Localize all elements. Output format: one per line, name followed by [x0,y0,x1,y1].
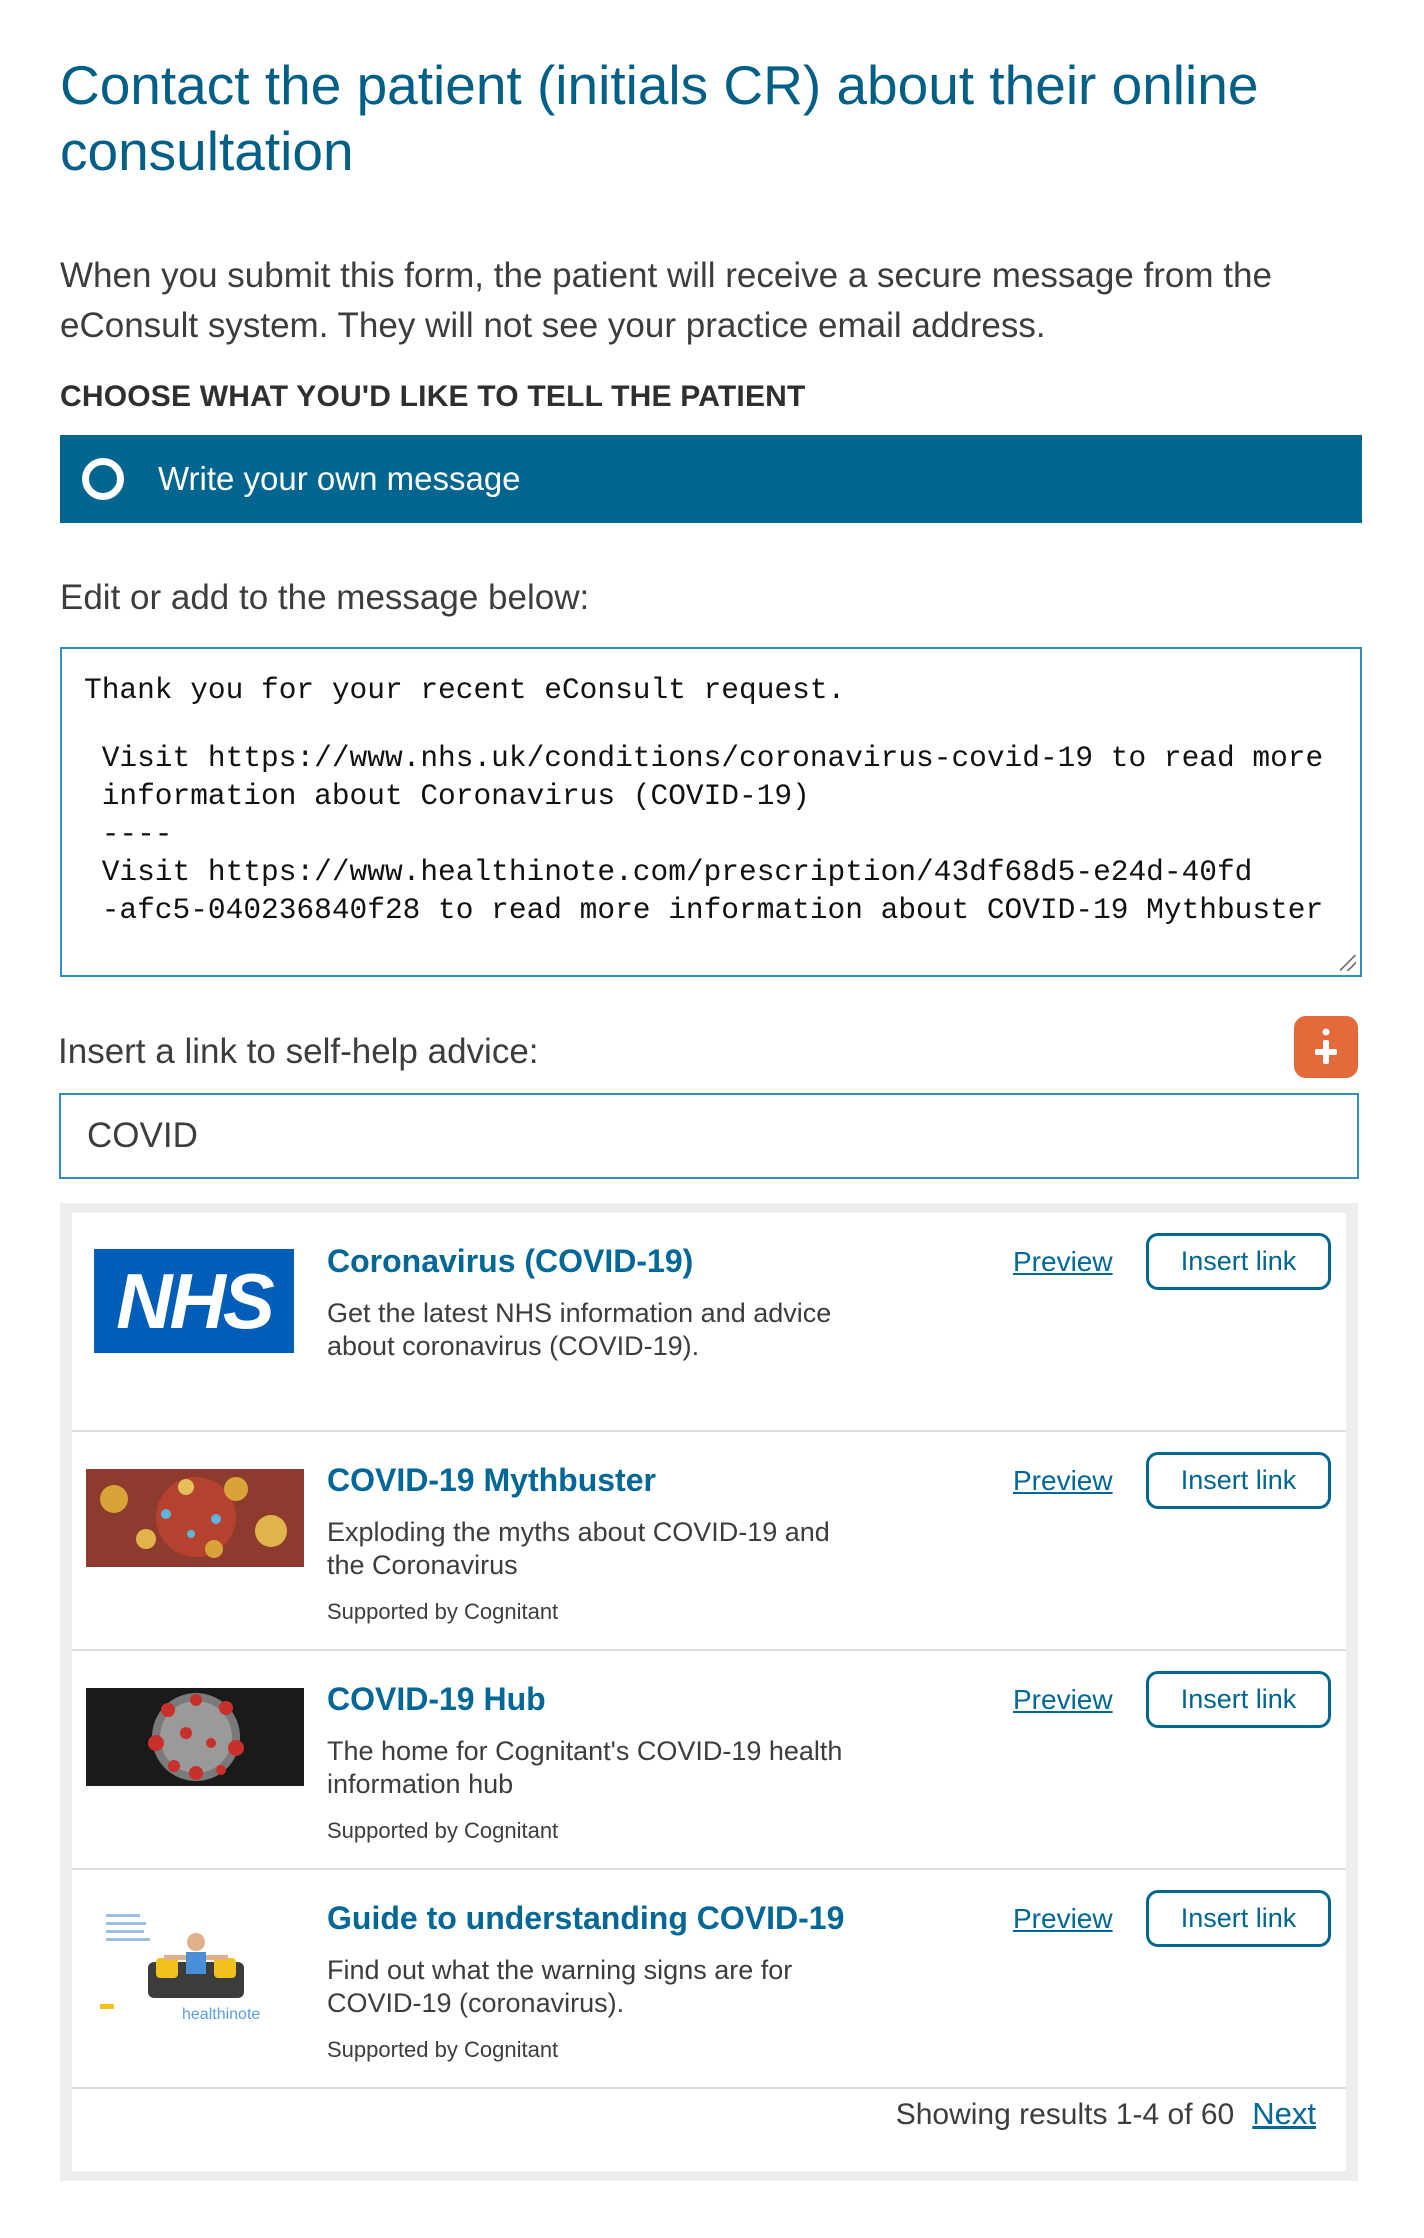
healthinote-guide-image: healthinote [86,1900,304,2024]
result-title[interactable]: COVID-19 Mythbuster [327,1462,656,1499]
results-panel: NHS Coronavirus (COVID-19) Get the lates… [60,1203,1358,2181]
result-description: Exploding the myths about COVID-19 and t… [327,1517,830,1580]
result-description: The home for Cognitant's COVID-19 health… [327,1736,843,1799]
pagination: Showing results 1-4 of 60 Next [896,2096,1316,2132]
result-description: Find out what the warning signs are for … [327,1955,793,2018]
results-count: Showing results 1-4 of 60 [895,2098,1235,2131]
radio-icon[interactable] [82,458,124,500]
message-label: Edit or add to the message below: [60,578,590,617]
choose-label: CHOOSE WHAT YOU'D LIKE TO TELL THE PATIE… [60,380,806,413]
result-description: Get the latest NHS information and advic… [327,1298,832,1361]
insert-link-button[interactable]: Insert link [1146,1452,1331,1509]
result-item: healthinote Guide to understanding COVID… [72,1870,1346,2089]
message-line: ---- [84,817,173,851]
insert-link-button[interactable]: Insert link [1146,1890,1331,1947]
message-line: -afc5-040236840f28 to read more informat… [84,893,1324,927]
write-own-message-option[interactable]: Write your own message [60,435,1362,523]
insert-link-button[interactable]: Insert link [1146,1671,1331,1728]
message-line: Visit https://www.healthinote.com/prescr… [84,855,1253,889]
preview-link[interactable]: Preview [1013,1684,1113,1716]
page-title: Contact the patient (initials CR) about … [60,54,1259,182]
message-textarea[interactable]: Thank you for your recent eConsult reque… [60,647,1362,977]
self-help-label: Insert a link to self-help advice: [58,1032,539,1071]
message-line: Thank you for your recent eConsult reque… [84,673,846,707]
next-page-link[interactable]: Next [1252,2096,1316,2132]
result-item: COVID-19 Hub The home for Cognitant's CO… [72,1651,1346,1870]
result-title[interactable]: Guide to understanding COVID-19 [327,1900,844,1937]
insert-link-button[interactable]: Insert link [1146,1233,1331,1290]
option-label: Write your own message [158,460,521,497]
message-line: information about Coronavirus (COVID-19) [84,779,810,813]
supported-by-text: Supported by Cognitant [327,2037,559,2062]
info-plus-icon[interactable] [1294,1016,1358,1078]
result-item: NHS Coronavirus (COVID-19) Get the lates… [72,1213,1346,1432]
supported-by-text: Supported by Cognitant [327,1818,559,1843]
virus-dark-image [86,1688,304,1786]
message-line: Visit https://www.nhs.uk/conditions/coro… [84,741,1324,775]
result-item: COVID-19 Mythbuster Exploding the myths … [72,1432,1346,1651]
virus-red-image [86,1469,304,1567]
preview-link[interactable]: Preview [1013,1465,1113,1497]
preview-link[interactable]: Preview [1013,1246,1113,1278]
intro-text: When you submit this form, the patient w… [60,256,1272,345]
nhs-logo: NHS [94,1249,294,1353]
result-title[interactable]: Coronavirus (COVID-19) [327,1243,693,1280]
self-help-search-input[interactable] [59,1093,1359,1179]
result-title[interactable]: COVID-19 Hub [327,1681,546,1718]
preview-link[interactable]: Preview [1013,1903,1113,1935]
resize-grip-icon[interactable] [1340,955,1356,971]
supported-by-text: Supported by Cognitant [327,1599,559,1624]
